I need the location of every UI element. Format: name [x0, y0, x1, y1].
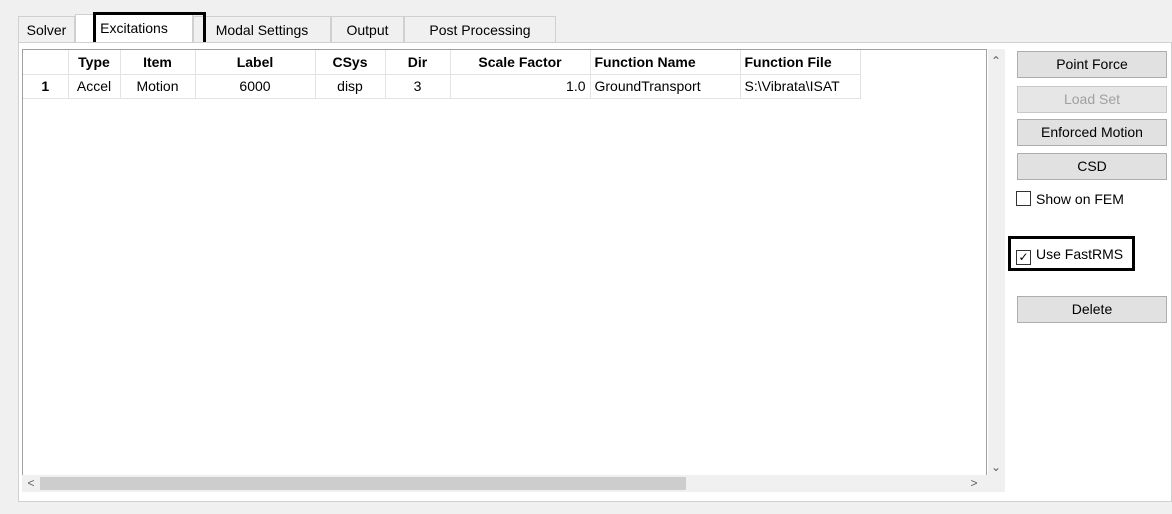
- tab-post-processing[interactable]: Post Processing: [404, 16, 556, 42]
- row-index[interactable]: 1: [23, 74, 69, 99]
- tab-excitations[interactable]: Excitations: [75, 14, 193, 43]
- column-header-item[interactable]: Item: [120, 50, 196, 75]
- show-on-fem-checkbox[interactable]: Show on FEM: [1016, 189, 1124, 209]
- show-on-fem-label: Show on FEM: [1036, 191, 1124, 207]
- cell-type[interactable]: Accel: [68, 74, 121, 99]
- load-set-button[interactable]: Load Set: [1017, 86, 1167, 113]
- column-header-scale-factor[interactable]: Scale Factor: [450, 50, 591, 75]
- use-fastrms-label: Use FastRMS: [1036, 246, 1124, 262]
- delete-button[interactable]: Delete: [1017, 296, 1167, 323]
- chevron-left-icon[interactable]: <: [23, 475, 39, 491]
- cell-function-name[interactable]: GroundTransport: [590, 74, 741, 99]
- use-fastrms-checkbox[interactable]: ✓ Use FastRMS: [1016, 244, 1124, 265]
- horizontal-scrollbar[interactable]: < >: [22, 475, 988, 492]
- cell-function-file[interactable]: S:\Vibrata\ISAT: [740, 74, 861, 99]
- column-header-label[interactable]: Label: [195, 50, 316, 75]
- cell-label[interactable]: 6000: [195, 74, 316, 99]
- chevron-down-icon[interactable]: ⌄: [988, 459, 1004, 475]
- tab-modal-settings[interactable]: Modal Settings: [193, 16, 331, 42]
- tab-output[interactable]: Output: [331, 16, 404, 42]
- checkmark-icon[interactable]: ✓: [1016, 250, 1031, 265]
- cell-csys[interactable]: disp: [315, 74, 386, 99]
- tab-solver[interactable]: Solver: [18, 16, 75, 42]
- column-header-csys[interactable]: CSys: [315, 50, 386, 75]
- column-header-function-file[interactable]: Function File: [740, 50, 861, 75]
- cell-scale-factor[interactable]: 1.0: [450, 74, 591, 99]
- column-header-function-name[interactable]: Function Name: [590, 50, 741, 75]
- checkbox-unchecked-icon[interactable]: [1016, 191, 1031, 206]
- csd-button[interactable]: CSD: [1017, 153, 1167, 180]
- cell-item[interactable]: Motion: [120, 74, 196, 99]
- column-header-dir[interactable]: Dir: [385, 50, 451, 75]
- column-header-index: [23, 50, 69, 75]
- cell-dir[interactable]: 3: [385, 74, 451, 99]
- table-row[interactable]: 1 Accel Motion 6000 disp 3 1.0 GroundTra…: [23, 74, 861, 99]
- table-header-row: Type Item Label CSys Dir Scale Factor Fu…: [23, 50, 861, 75]
- point-force-button[interactable]: Point Force: [1017, 51, 1167, 78]
- chevron-right-icon[interactable]: >: [966, 475, 982, 491]
- column-header-type[interactable]: Type: [68, 50, 121, 75]
- excitations-table: Type Item Label CSys Dir Scale Factor Fu…: [22, 49, 987, 492]
- horizontal-scroll-thumb[interactable]: [40, 477, 686, 490]
- enforced-motion-button[interactable]: Enforced Motion: [1017, 119, 1167, 146]
- vertical-scrollbar[interactable]: ⌃ ⌄: [988, 49, 1005, 492]
- chevron-up-icon[interactable]: ⌃: [988, 53, 1004, 69]
